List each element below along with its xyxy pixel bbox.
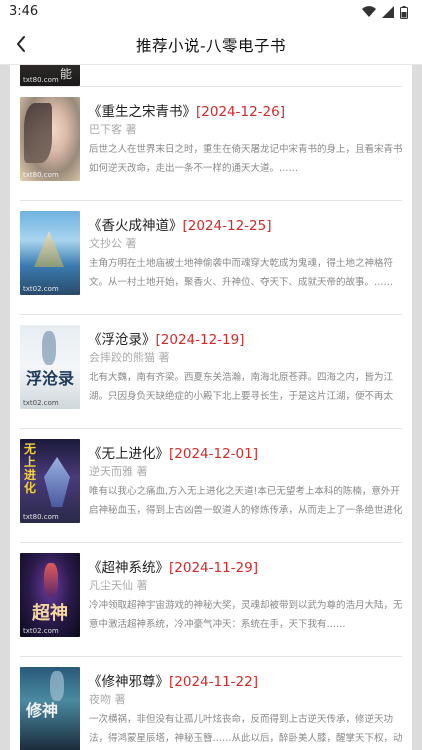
cover-watermark: txt02.com [23,399,59,407]
book-author: 逆天而雅 著 [89,465,148,478]
book-author: 夜吻 著 [89,693,126,706]
book-description: 唯有以我心之痛血,方入无上进化之天道!本已无望考上本科的陈楠，意外开启神秘血玉，… [89,486,403,516]
book-cover: 无上进化 txt80.com [20,439,80,523]
book-cover: 浮沧录 txt02.com [20,325,80,409]
book-description: 一次横祸，非但没有让孤儿叶炫丧命，反而得到上古逆天传承，修逆天功法，得鸿蒙星辰塔… [89,714,403,744]
book-author: 文抄公 著 [89,237,137,250]
cover-watermark: txt80.com [23,513,59,521]
book-item[interactable]: 超神 txt02.com 《超神系统》[2024-11-29] 凡尘天仙 著 冷… [20,543,403,657]
page-title: 推荐小说-八零电子书 [135,37,287,55]
book-item[interactable]: 能 txt80.com [20,65,402,87]
cover-watermark: txt80.com [23,76,59,84]
app-bar: 推荐小说-八零电子书 [0,24,422,65]
book-date: [2024-12-26] [196,104,285,120]
book-item[interactable]: 浮沧录 txt02.com 《浮沧录》[2024-12-19] 会摔跤的熊猫 著… [20,315,402,429]
book-description: 后世之人在世界末日之时，重生在倚天屠龙记中宋青书的身上，且看宋青书如何逆天改命，… [89,144,403,174]
book-author: 巴下客 著 [89,123,137,136]
book-item[interactable]: txt80.com 《重生之宋青书》[2024-12-26] 巴下客 著 后世之… [20,87,403,201]
cover-watermark: txt80.com [23,171,59,179]
book-title[interactable]: 《重生之宋青书》 [88,104,196,120]
cover-watermark: txt02.com [23,285,59,293]
book-title-line[interactable]: 《超神系统》[2024-11-29] [88,556,258,576]
status-time: 3:46 [9,4,39,19]
book-cover: 能 txt80.com [20,65,80,86]
book-list-panel: 能 txt80.com txt80.com 《重生之宋青书》[2024-12-2… [10,65,412,750]
wifi-icon [362,6,376,18]
book-list: 能 txt80.com txt80.com 《重生之宋青书》[2024-12-2… [10,65,412,750]
book-date: [2024-12-01] [169,446,258,462]
book-date: [2024-12-19] [155,332,245,348]
book-title-line[interactable]: 《无上进化》[2024-12-01] [88,442,258,462]
status-bar: 3:46 [0,0,422,24]
book-author: 凡尘天仙 著 [89,579,148,592]
book-title[interactable]: 《浮沧录》 [88,332,156,348]
book-date: [2024-11-29] [169,560,258,576]
book-title-line[interactable]: 《修神邪尊》[2024-11-22] [88,670,258,690]
signal-icon [382,6,394,18]
status-icons [362,5,408,19]
book-title-line[interactable]: 《浮沧录》[2024-12-19] [88,328,245,348]
book-description: 冷冲领取超神宇宙游戏的神秘大奖，灵魂却被带到以武为尊的浩月大陆，无意中激活超神系… [89,600,403,630]
book-cover: txt02.com [20,211,80,295]
book-author: 会摔跤的熊猫 著 [89,351,170,364]
book-title[interactable]: 《香火成神道》 [88,218,183,234]
book-title-line[interactable]: 《香火成神道》[2024-12-25] [88,214,272,234]
book-title[interactable]: 《修神邪尊》 [88,674,169,690]
book-cover: 超神 txt02.com [20,553,80,637]
battery-icon [400,5,408,19]
book-description: 北有大魏，南有齐梁。西夏东关浩瀚，南海北原苍莽。四海之内，皆为江湖。只因身负天缺… [89,372,394,402]
book-item[interactable]: txt02.com 《香火成神道》[2024-12-25] 文抄公 著 主角方明… [20,201,402,315]
book-description: 主角方明在土地庙被土地神偷袭中而魂穿大乾成为鬼魂，得土地之神格符文。从一村土地开… [89,258,394,288]
book-cover: txt80.com [20,97,80,181]
cover-watermark: txt02.com [23,627,59,635]
book-title[interactable]: 《无上进化》 [88,446,169,462]
book-item[interactable]: 修神 《修神邪尊》[2024-11-22] 夜吻 著 一次横祸，非但没有让孤儿叶… [20,657,403,750]
book-title-line[interactable]: 《重生之宋青书》[2024-12-26] [88,100,285,120]
book-date: [2024-11-22] [169,674,258,690]
book-date: [2024-12-25] [182,218,272,234]
book-title[interactable]: 《超神系统》 [88,560,169,576]
book-item[interactable]: 无上进化 txt80.com 《无上进化》[2024-12-01] 逆天而雅 著… [20,429,403,543]
book-cover: 修神 [20,667,80,750]
